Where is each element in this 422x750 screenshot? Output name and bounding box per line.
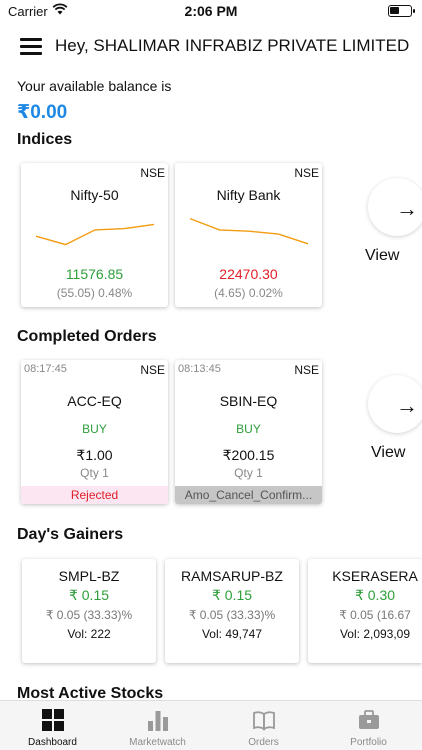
order-symbol: ACC-EQ xyxy=(67,393,122,409)
gainer-symbol: KSERASERA xyxy=(332,568,418,584)
battery-icon xyxy=(388,5,415,17)
order-price: ₹1.00 xyxy=(76,447,113,463)
view-more-circle[interactable]: → xyxy=(368,375,422,433)
book-icon xyxy=(253,711,275,731)
gainer-volume: Vol: 49,747 xyxy=(201,627,263,641)
tab-orders[interactable]: Orders xyxy=(211,701,316,750)
exchange-label: NSE xyxy=(140,166,165,180)
balance-value: ₹0.00 xyxy=(17,102,68,123)
gainer-card[interactable]: KSERASERA ₹ 0.30 ₹ 0.05 (16.67 Vol: 2,09… xyxy=(308,559,422,663)
index-card-niftybank[interactable]: NSE Nifty Bank 22470.30 (4.65) 0.02% xyxy=(175,163,322,307)
gainer-symbol: SMPL-BZ xyxy=(58,568,120,584)
status-bar: Carrier 2:06 PM xyxy=(0,0,422,22)
index-name: Nifty-50 xyxy=(70,187,119,203)
view-label[interactable]: View xyxy=(365,247,399,265)
gainers-title: Day's Gainers xyxy=(17,526,124,543)
index-value: 11576.85 xyxy=(65,266,124,282)
indices-title: Indices xyxy=(17,131,73,148)
order-card[interactable]: 08:17:45 NSE ACC-EQ BUY ₹1.00 Qty 1 Reje… xyxy=(21,360,168,504)
index-change: (55.05) 0.48% xyxy=(56,286,133,300)
gainer-symbol: RAMSARUP-BZ xyxy=(181,568,283,584)
bar-chart-icon xyxy=(148,711,168,731)
index-change: (4.65) 0.02% xyxy=(214,286,283,300)
gainer-price: ₹ 0.30 xyxy=(354,587,396,603)
order-qty: Qty 1 xyxy=(80,466,109,480)
exchange-label: NSE xyxy=(294,166,319,180)
gainer-card[interactable]: RAMSARUP-BZ ₹ 0.15 ₹ 0.05 (33.33)% Vol: … xyxy=(165,559,299,663)
order-symbol: SBIN-EQ xyxy=(219,393,278,409)
order-status-badge: Amo_Cancel_Confirm... xyxy=(175,486,322,504)
gainer-price: ₹ 0.15 xyxy=(211,587,253,603)
order-price: ₹200.15 xyxy=(222,447,275,463)
exchange-label: NSE xyxy=(140,363,165,377)
gainer-price: ₹ 0.15 xyxy=(68,587,110,603)
completed-orders-title: Completed Orders xyxy=(17,328,157,345)
tab-portfolio[interactable]: Portfolio xyxy=(316,701,421,750)
order-side: BUY xyxy=(236,422,261,436)
tab-label: Portfolio xyxy=(350,737,387,748)
tab-dashboard[interactable]: Dashboard xyxy=(0,701,105,750)
bottom-tab-bar: Dashboard Marketwatch Orders Portfolio xyxy=(0,700,422,750)
order-time: 08:17:45 xyxy=(24,363,67,375)
view-label[interactable]: View xyxy=(371,444,405,462)
order-side: BUY xyxy=(82,422,107,436)
order-time: 08:13:45 xyxy=(178,363,221,375)
index-sparkline xyxy=(189,217,309,245)
gainer-volume: Vol: 222 xyxy=(67,627,111,641)
dashboard-icon xyxy=(42,709,64,731)
greeting-title: Hey, SHALIMAR INFRABIZ PRIVATE LIMITED xyxy=(55,36,410,55)
index-name: Nifty Bank xyxy=(216,187,281,203)
arrow-right-icon: → xyxy=(396,393,418,418)
tab-marketwatch[interactable]: Marketwatch xyxy=(105,701,210,750)
arrow-right-icon: → xyxy=(396,196,418,221)
gainer-change: ₹ 0.05 (33.33)% xyxy=(188,608,276,622)
order-qty: Qty 1 xyxy=(234,466,263,480)
gainer-change: ₹ 0.05 (16.67 xyxy=(339,608,411,622)
briefcase-icon xyxy=(359,710,379,729)
order-card[interactable]: 08:13:45 NSE SBIN-EQ BUY ₹200.15 Qty 1 A… xyxy=(175,360,322,504)
gainer-card[interactable]: SMPL-BZ ₹ 0.15 ₹ 0.05 (33.33)% Vol: 222 xyxy=(22,559,156,663)
tab-label: Orders xyxy=(248,737,279,748)
view-more-circle[interactable]: → xyxy=(368,178,422,236)
gainer-volume: Vol: 2,093,09 xyxy=(339,627,411,641)
menu-icon[interactable] xyxy=(20,38,42,55)
app-header: Hey, SHALIMAR INFRABIZ PRIVATE LIMITED xyxy=(0,28,422,64)
balance-label: Your available balance is xyxy=(17,78,172,94)
clock: 2:06 PM xyxy=(184,3,238,19)
index-value: 22470.30 xyxy=(219,266,278,282)
index-card-nifty50[interactable]: NSE Nifty-50 11576.85 (55.05) 0.48% xyxy=(21,163,168,307)
gainer-change: ₹ 0.05 (33.33)% xyxy=(45,608,133,622)
tab-label: Dashboard xyxy=(28,737,77,748)
tab-label: Marketwatch xyxy=(129,737,186,748)
order-status-badge: Rejected xyxy=(21,486,168,504)
index-sparkline xyxy=(35,223,155,246)
exchange-label: NSE xyxy=(294,363,319,377)
